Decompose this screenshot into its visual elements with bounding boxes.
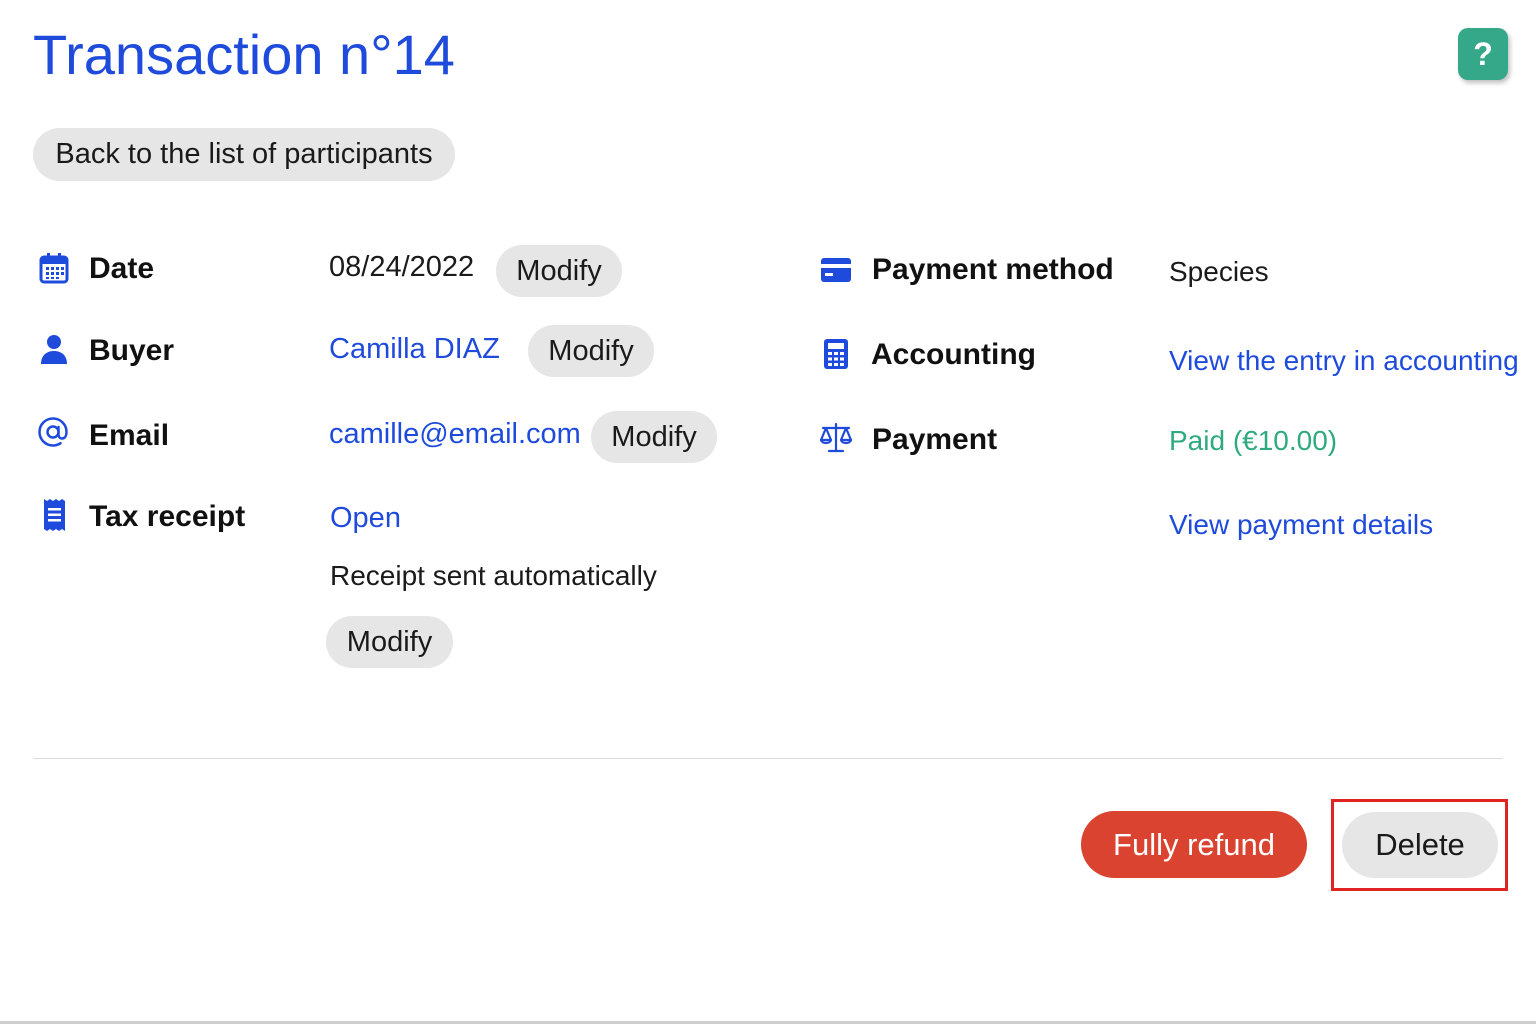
receipt-status: Receipt sent automatically bbox=[330, 560, 657, 591]
buyer-link[interactable]: Camilla DIAZ bbox=[329, 333, 500, 366]
scale-icon bbox=[819, 422, 853, 454]
calculator-icon bbox=[820, 338, 852, 370]
tax-receipt-label: Tax receipt bbox=[89, 500, 246, 533]
view-payment-details-link[interactable]: View payment details bbox=[1169, 509, 1433, 541]
view-accounting-entry-link[interactable]: View the entry in accounting bbox=[1169, 345, 1519, 377]
transaction-page: Transaction n°14 ? Back to the list of p… bbox=[0, 0, 1536, 1024]
modify-email-button[interactable]: Modify bbox=[591, 411, 717, 463]
modify-date-button[interactable]: Modify bbox=[496, 245, 622, 297]
delete-highlight-box bbox=[1331, 799, 1508, 891]
payment-method-label: Payment method bbox=[872, 253, 1114, 286]
date-label: Date bbox=[89, 252, 155, 285]
receipt-icon bbox=[38, 499, 70, 531]
modify-buyer-button[interactable]: Modify bbox=[528, 325, 654, 377]
user-icon bbox=[38, 333, 70, 365]
fully-refund-button[interactable]: Fully refund bbox=[1081, 811, 1307, 878]
buyer-label: Buyer bbox=[89, 334, 175, 367]
section-divider bbox=[33, 758, 1503, 759]
question-mark-icon: ? bbox=[1473, 35, 1493, 72]
payment-label: Payment bbox=[872, 423, 998, 456]
back-to-participants-button[interactable]: Back to the list of participants bbox=[33, 128, 455, 181]
modify-tax-receipt-button[interactable]: Modify bbox=[326, 616, 453, 668]
at-icon bbox=[37, 416, 69, 448]
credit-card-icon bbox=[819, 254, 853, 286]
calendar-icon bbox=[38, 252, 70, 284]
help-button[interactable]: ? bbox=[1458, 28, 1508, 80]
email-label: Email bbox=[89, 419, 170, 452]
email-link[interactable]: camille@email.com bbox=[329, 418, 581, 451]
accounting-label: Accounting bbox=[871, 338, 1036, 371]
open-receipt-link[interactable]: Open bbox=[330, 502, 401, 535]
date-value: 08/24/2022 bbox=[329, 251, 475, 283]
payment-method-value: Species bbox=[1169, 256, 1269, 287]
payment-status: Paid (€10.00) bbox=[1169, 425, 1338, 456]
page-title: Transaction n°14 bbox=[33, 23, 455, 86]
